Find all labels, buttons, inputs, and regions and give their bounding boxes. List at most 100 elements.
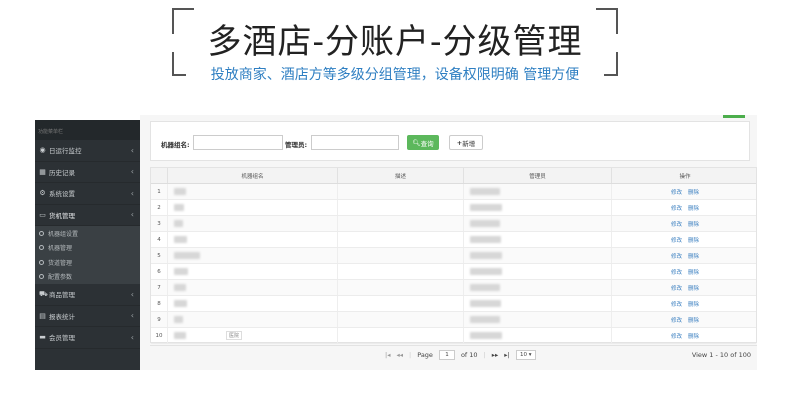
chevron-left-icon: ‹ (130, 188, 134, 198)
card-icon: ▬ (39, 333, 46, 342)
page-size-select[interactable]: 10 ▾ (515, 350, 536, 360)
app-screenshot: 功能菜单栏 ◉ 日运行监控 ‹ ▦ 历史记录 ‹ ⚙ 系统设置 ‹ ▭ 货机管理… (35, 115, 757, 370)
sidebar-item-reports[interactable]: ▤ 报表统计 ‹ (35, 306, 140, 327)
next-page-icon[interactable]: ▸▸ (492, 351, 499, 359)
row-number: 5 (157, 252, 161, 259)
table-row[interactable]: 7 修改 删除 (151, 280, 756, 296)
chevron-down-icon: ‹ (130, 210, 134, 220)
sidebar-item-settings[interactable]: ⚙ 系统设置 ‹ (35, 183, 140, 205)
manager-input[interactable] (311, 135, 399, 150)
edit-link[interactable]: 修改 (671, 284, 682, 292)
sidebar-item-history[interactable]: ▦ 历史记录 ‹ (35, 162, 140, 183)
actions-cell: 修改 删除 (611, 200, 758, 215)
submenu-item-config[interactable]: 配置参数 (35, 270, 140, 285)
table-row[interactable]: 3 修改 删除 (151, 216, 756, 232)
delete-link[interactable]: 删除 (688, 252, 699, 260)
edit-link[interactable]: 修改 (671, 300, 682, 308)
table-row[interactable]: 5 修改 删除 (151, 248, 756, 264)
edit-link[interactable]: 修改 (671, 332, 682, 340)
delete-link[interactable]: 删除 (688, 204, 699, 212)
table-row[interactable]: 9 修改 删除 (151, 312, 756, 328)
sidebar-item-members[interactable]: ▬ 会员管理 ‹ (35, 327, 140, 349)
submenu-item-label: 机器组设置 (48, 230, 79, 238)
group-name-cell (167, 312, 337, 327)
prev-page-icon[interactable]: ◂◂ (396, 351, 403, 359)
delete-link[interactable]: 删除 (688, 236, 699, 244)
submenu-item-label: 货道管理 (48, 259, 73, 267)
group-name-cell: 医院 (167, 328, 337, 343)
edit-link[interactable]: 修改 (671, 204, 682, 212)
page-input[interactable]: 1 (438, 350, 455, 360)
chevron-left-icon: ‹ (130, 145, 134, 155)
description-cell (337, 264, 463, 279)
description-cell (337, 184, 463, 199)
group-name-cell (167, 184, 337, 199)
delete-link[interactable]: 删除 (688, 188, 699, 196)
pager: |◂ ◂◂ | Page 1 of 10 | ▸▸ ▸| 10 ▾ View 1… (150, 345, 757, 363)
add-button[interactable]: + 新增 (449, 135, 483, 150)
table-row[interactable]: 1 修改 删除 (151, 184, 756, 200)
edit-link[interactable]: 修改 (671, 316, 682, 324)
sidebar-item-label: 会员管理 (49, 334, 75, 343)
column-header-manager[interactable]: 管理员 (463, 168, 611, 183)
sidebar: 功能菜单栏 ◉ 日运行监控 ‹ ▦ 历史记录 ‹ ⚙ 系统设置 ‹ ▭ 货机管理… (35, 120, 140, 370)
sidebar-item-products[interactable]: ⛟ 商品管理 ‹ (35, 284, 140, 306)
last-page-icon[interactable]: ▸| (504, 351, 509, 359)
calendar-icon: ▦ (39, 167, 46, 176)
row-number: 6 (157, 268, 161, 275)
chevron-left-icon: ‹ (130, 289, 134, 299)
query-button[interactable]: 🔍︎ 查询 (407, 135, 439, 150)
submenu-item-machine-mgmt[interactable]: 机器管理 (35, 241, 140, 256)
sidebar-item-machines[interactable]: ▭ 货机管理 ‹ (35, 204, 140, 226)
submenu-item-lane-mgmt[interactable]: 货道管理 (35, 255, 140, 270)
actions-cell: 修改 删除 (611, 248, 758, 263)
group-name-cell (167, 200, 337, 215)
manager-cell (463, 312, 611, 327)
banner: 多酒店-分账户-分级管理 投放商家、酒店方等多级分组管理，设备权限明确 管理方便 (0, 0, 790, 100)
sidebar-item-label: 货机管理 (49, 211, 75, 220)
main-content: 机器组名: 管理员: 🔍︎ 查询 + 新增 机器组名 描述 管理员 操作 1 修改… (140, 115, 757, 370)
gear-icon: ⚙ (39, 189, 46, 198)
edit-link[interactable]: 修改 (671, 220, 682, 228)
edit-link[interactable]: 修改 (671, 252, 682, 260)
delete-link[interactable]: 删除 (688, 284, 699, 292)
edit-link[interactable]: 修改 (671, 268, 682, 276)
row-number: 4 (157, 236, 161, 243)
circle-icon (39, 245, 44, 251)
column-header-group-name[interactable]: 机器组名 (167, 168, 337, 183)
manager-cell (463, 328, 611, 343)
row-number-header (151, 168, 167, 183)
manager-label: 管理员: (285, 141, 308, 149)
delete-link[interactable]: 删除 (688, 220, 699, 228)
pager-controls: |◂ ◂◂ | Page 1 of 10 | ▸▸ ▸| 10 ▾ (385, 350, 536, 360)
table-row[interactable]: 2 修改 删除 (151, 200, 756, 216)
delete-link[interactable]: 删除 (688, 332, 699, 340)
manager-cell (463, 248, 611, 263)
data-grid: 机器组名 描述 管理员 操作 1 修改 删除 2 修改 删除 3 修改 删除 4 修改 删除 5 修改 删除… (150, 167, 757, 344)
description-cell (337, 248, 463, 263)
description-cell (337, 232, 463, 247)
table-row[interactable]: 8 修改 删除 (151, 296, 756, 312)
table-row[interactable]: 10 医院 修改 删除 (151, 328, 756, 344)
actions-cell: 修改 删除 (611, 232, 758, 247)
table-row[interactable]: 4 修改 删除 (151, 232, 756, 248)
edit-link[interactable]: 修改 (671, 188, 682, 196)
delete-link[interactable]: 删除 (688, 316, 699, 324)
row-number: 2 (157, 204, 161, 211)
column-header-description[interactable]: 描述 (337, 168, 463, 183)
frame-corner (172, 52, 186, 76)
circle-icon (39, 230, 44, 236)
chevron-left-icon: ‹ (130, 311, 134, 321)
edit-link[interactable]: 修改 (671, 236, 682, 244)
first-page-icon[interactable]: |◂ (385, 351, 390, 359)
actions-cell: 修改 删除 (611, 312, 758, 327)
grid-body: 1 修改 删除 2 修改 删除 3 修改 删除 4 修改 删除 5 修改 删除 6 修改 删除 7 修改 删除 8 修改 删除… (151, 184, 756, 344)
delete-link[interactable]: 删除 (688, 300, 699, 308)
delete-link[interactable]: 删除 (688, 268, 699, 276)
table-row[interactable]: 6 修改 删除 (151, 264, 756, 280)
sidebar-item-monitor[interactable]: ◉ 日运行监控 ‹ (35, 140, 140, 162)
description-cell (337, 312, 463, 327)
submenu-item-label: 配置参数 (48, 274, 73, 282)
submenu-item-group-settings[interactable]: 机器组设置 (35, 226, 140, 241)
group-name-input[interactable] (193, 135, 283, 150)
